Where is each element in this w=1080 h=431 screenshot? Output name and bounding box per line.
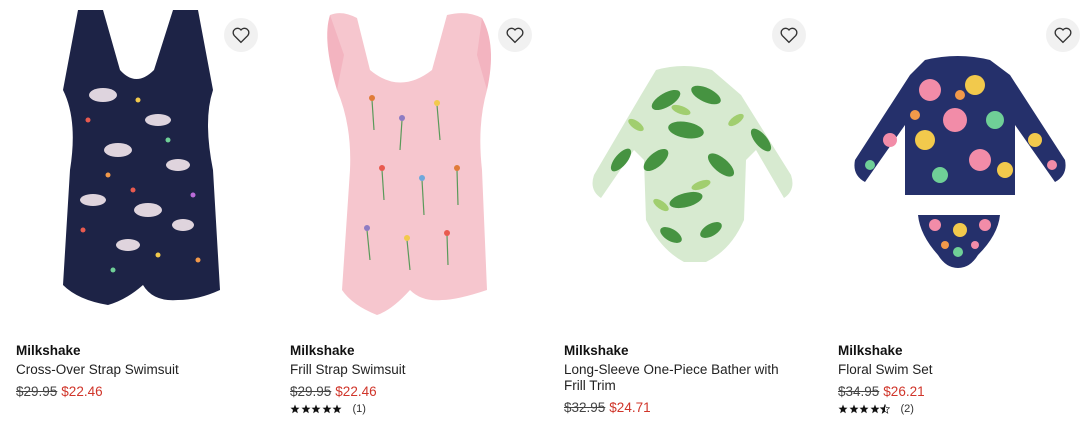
product-card[interactable]: Milkshake Frill Strap Swimsuit $29.95 $22… bbox=[282, 0, 540, 431]
star-half-icon bbox=[880, 404, 890, 414]
product-info: Milkshake Floral Swim Set $34.95 $26.21 (… bbox=[838, 342, 1078, 415]
product-image[interactable] bbox=[830, 0, 1080, 330]
star-icon bbox=[311, 404, 321, 414]
rating-stars bbox=[290, 404, 343, 414]
product-info: Milkshake Cross-Over Strap Swimsuit $29.… bbox=[16, 342, 256, 400]
product-rating[interactable]: (2) bbox=[838, 403, 1078, 415]
rating-stars bbox=[838, 404, 891, 414]
price-now: $22.46 bbox=[61, 384, 103, 399]
product-brand: Milkshake bbox=[564, 343, 629, 358]
rating-count: (2) bbox=[900, 403, 914, 415]
product-card[interactable]: Milkshake Floral Swim Set $34.95 $26.21 (… bbox=[830, 0, 1080, 431]
green-leaf-longsleeve-swimsuit-image bbox=[592, 66, 793, 262]
star-icon bbox=[870, 404, 879, 414]
price-was: $32.95 bbox=[564, 400, 606, 415]
product-image[interactable] bbox=[556, 0, 814, 330]
price-now: $24.71 bbox=[609, 400, 651, 415]
price-was: $29.95 bbox=[16, 384, 58, 399]
price-row: $29.95 $22.46 bbox=[16, 383, 256, 400]
product-image[interactable] bbox=[282, 0, 540, 330]
wishlist-button[interactable] bbox=[498, 18, 532, 52]
product-card[interactable]: Milkshake Long-Sleeve One-Piece Bather w… bbox=[556, 0, 814, 431]
pink-floral-swimsuit-image bbox=[327, 13, 491, 315]
price-was: $29.95 bbox=[290, 384, 332, 399]
star-icon bbox=[859, 404, 869, 414]
price-row: $29.95 $22.46 bbox=[290, 383, 530, 400]
product-brand: Milkshake bbox=[16, 343, 81, 358]
star-icon bbox=[322, 404, 331, 414]
rating-count: (1) bbox=[352, 403, 366, 415]
product-rating[interactable]: (1) bbox=[290, 403, 530, 415]
star-icon bbox=[290, 404, 300, 414]
product-brand: Milkshake bbox=[290, 343, 355, 358]
price-now: $22.46 bbox=[335, 384, 377, 399]
navy-unicorn-swimsuit-image bbox=[63, 10, 220, 305]
price-row: $32.95 $24.71 bbox=[564, 399, 804, 416]
product-brand: Milkshake bbox=[838, 343, 903, 358]
heart-icon bbox=[1054, 27, 1072, 44]
star-icon bbox=[332, 404, 342, 414]
star-icon bbox=[849, 404, 858, 414]
product-title[interactable]: Floral Swim Set bbox=[838, 362, 1078, 378]
heart-icon bbox=[780, 27, 798, 44]
product-info: Milkshake Long-Sleeve One-Piece Bather w… bbox=[564, 342, 804, 416]
price-now: $26.21 bbox=[883, 384, 925, 399]
floral-swim-set-image bbox=[854, 56, 1066, 268]
product-title[interactable]: Long-Sleeve One-Piece Bather with Frill … bbox=[564, 362, 804, 394]
star-icon bbox=[301, 404, 310, 414]
heart-icon bbox=[506, 27, 524, 44]
product-grid: Milkshake Cross-Over Strap Swimsuit $29.… bbox=[0, 0, 1080, 431]
product-title[interactable]: Frill Strap Swimsuit bbox=[290, 362, 530, 378]
heart-icon bbox=[232, 27, 250, 44]
price-was: $34.95 bbox=[838, 384, 880, 399]
wishlist-button[interactable] bbox=[1046, 18, 1080, 52]
wishlist-button[interactable] bbox=[772, 18, 806, 52]
product-info: Milkshake Frill Strap Swimsuit $29.95 $22… bbox=[290, 342, 530, 415]
product-title[interactable]: Cross-Over Strap Swimsuit bbox=[16, 362, 256, 378]
price-row: $34.95 $26.21 bbox=[838, 383, 1078, 400]
product-card[interactable]: Milkshake Cross-Over Strap Swimsuit $29.… bbox=[8, 0, 266, 431]
product-image[interactable] bbox=[8, 0, 266, 330]
star-icon bbox=[838, 404, 848, 414]
wishlist-button[interactable] bbox=[224, 18, 258, 52]
